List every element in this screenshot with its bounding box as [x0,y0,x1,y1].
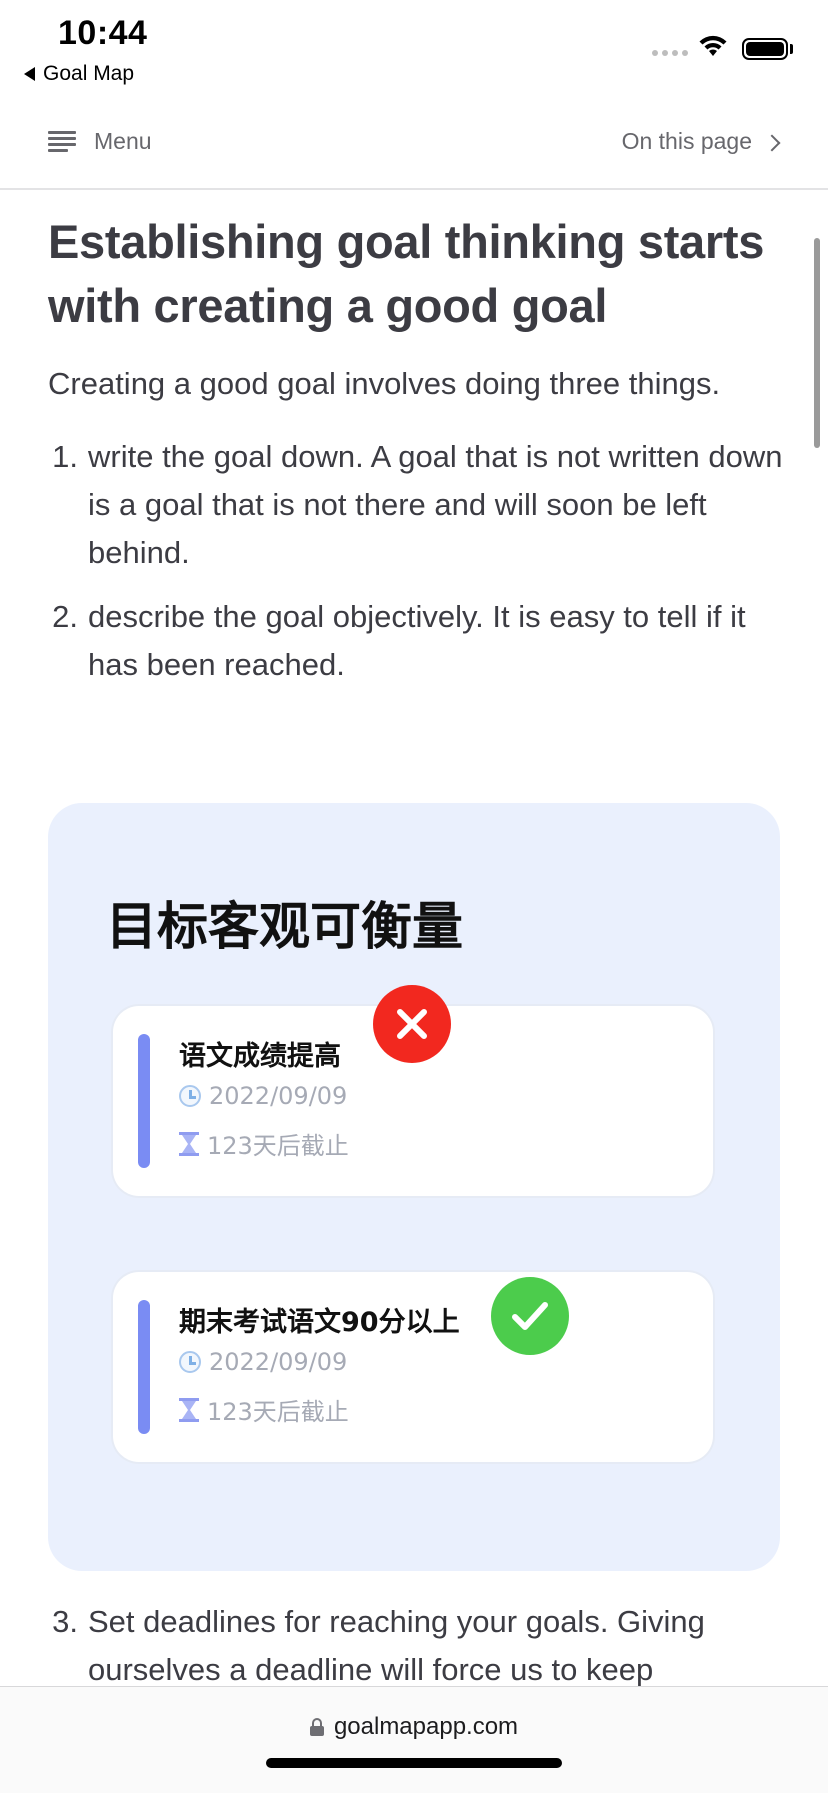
scrollbar-thumb[interactable] [814,238,820,448]
lock-icon [309,1718,324,1736]
back-to-app-button[interactable]: Goal Map [24,62,134,86]
steps-list: 1. write the goal down. A goal that is no… [48,433,783,689]
list-text: describe the goal objectively. It is eas… [88,599,746,682]
list-number: 2. [52,599,78,634]
hourglass-icon [179,1397,199,1422]
url-text: goalmapapp.com [333,1713,519,1740]
goal-card-good: 期末考试语文90分以上 2022/09/09 123天后截止 [113,1272,713,1462]
cross-icon [373,985,451,1063]
goal-name: 语文成绩提高 [179,1041,341,1072]
goal-accent-bar [138,1300,150,1434]
check-icon [491,1277,569,1355]
wifi-icon [698,34,728,63]
url-display[interactable]: goalmapapp.com [0,1713,828,1741]
list-number: 1. [52,439,78,474]
goal-deadline: 123天后截止 [207,1132,349,1160]
page-title: Establishing goal thinking starts with c… [48,215,765,332]
address-bar[interactable]: goalmapapp.com [0,1686,828,1793]
home-indicator[interactable] [266,1758,562,1768]
menu-icon [48,130,76,153]
menu-label: Menu [94,128,152,154]
goal-deadline-row: 123天后截止 [179,1126,349,1161]
status-bar: 10:44 Goal Map [0,0,828,100]
goal-name: 期末考试语文90分以上 [179,1307,460,1338]
goal-date-row: 2022/09/09 [179,1082,347,1110]
hourglass-icon [179,1131,199,1156]
chevron-right-icon [763,134,781,151]
list-item: 2. describe the goal objectively. It is e… [48,593,783,689]
article-content: Establishing goal thinking starts with c… [48,210,783,705]
top-nav: Menu On this page [0,100,828,190]
clock-icon [179,1351,201,1373]
clock-icon [179,1085,201,1107]
back-triangle-icon [24,67,35,81]
menu-button[interactable]: Menu [48,128,152,155]
status-time: 10:44 [58,14,148,52]
list-item: 1. write the goal down. A goal that is no… [48,433,783,577]
on-this-page-label: On this page [621,128,752,154]
battery-icon [742,38,788,60]
list-text: Set deadlines for reaching your goals. G… [88,1604,705,1687]
lead-paragraph: Creating a good goal involves doing thre… [48,366,721,401]
back-app-label: Goal Map [43,62,135,85]
goal-date-row: 2022/09/09 [179,1348,347,1376]
goal-deadline-row: 123天后截止 [179,1392,349,1427]
goal-date: 2022/09/09 [209,1082,348,1110]
battery-tip [790,44,793,54]
list-item: 3. Set deadlines for reaching your goals.… [48,1598,783,1694]
illustration-card: 目标客观可衡量 语文成绩提高 2022/09/09 123天后截止 期末考试语文… [48,803,780,1571]
list-number: 3. [52,1604,78,1639]
goal-deadline: 123天后截止 [207,1398,349,1426]
illustration-title: 目标客观可衡量 [106,898,464,957]
goal-date: 2022/09/09 [209,1348,348,1376]
cellular-signal-icon [652,50,688,56]
goal-accent-bar [138,1034,150,1168]
on-this-page-button[interactable]: On this page [621,128,781,155]
list-text: write the goal down. A goal that is not … [88,439,783,570]
